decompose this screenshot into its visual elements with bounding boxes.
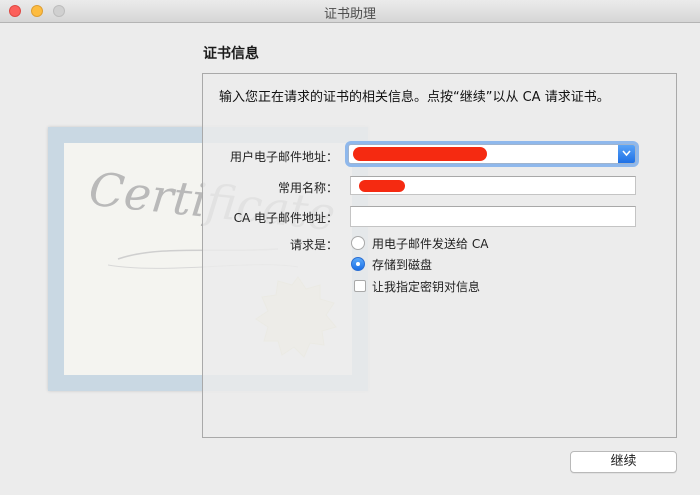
window-title: 证书助理 [323, 7, 376, 22]
email-label: 用户电子邮件地址： [229, 150, 338, 164]
redacted-common-name [359, 180, 405, 192]
radio-email-to-ca[interactable] [351, 236, 365, 250]
key-pair-checkbox-label: 让我指定密钥对信息 [372, 280, 481, 294]
ca-email-label: CA 电子邮件地址： [233, 211, 338, 225]
option-email-to-ca-label: 用电子邮件发送给 CA [372, 237, 489, 251]
request-label: 请求是： [289, 238, 338, 252]
key-pair-checkbox[interactable] [354, 280, 366, 292]
section-title: 证书信息 [203, 46, 259, 62]
form-panel [202, 73, 677, 438]
common-name-label: 常用名称： [277, 181, 338, 195]
title-bar: 证书助理 [0, 0, 700, 23]
chevron-down-icon [622, 150, 631, 157]
common-name-field[interactable] [350, 176, 636, 195]
redacted-email [353, 147, 487, 161]
ca-email-field[interactable] [350, 206, 636, 227]
continue-button[interactable]: 继续 [570, 451, 677, 473]
email-combo-box[interactable] [348, 144, 636, 164]
option-save-to-disk-label: 存储到磁盘 [372, 258, 433, 272]
certificate-assistant-window: 证书助理 Certificate 证书信息 输入您正在请求的证书的相关信息。点按… [0, 0, 700, 495]
email-dropdown-button[interactable] [618, 145, 635, 163]
intro-text: 输入您正在请求的证书的相关信息。点按“继续”以从 CA 请求证书。 [219, 90, 610, 105]
radio-save-to-disk[interactable] [351, 257, 365, 271]
